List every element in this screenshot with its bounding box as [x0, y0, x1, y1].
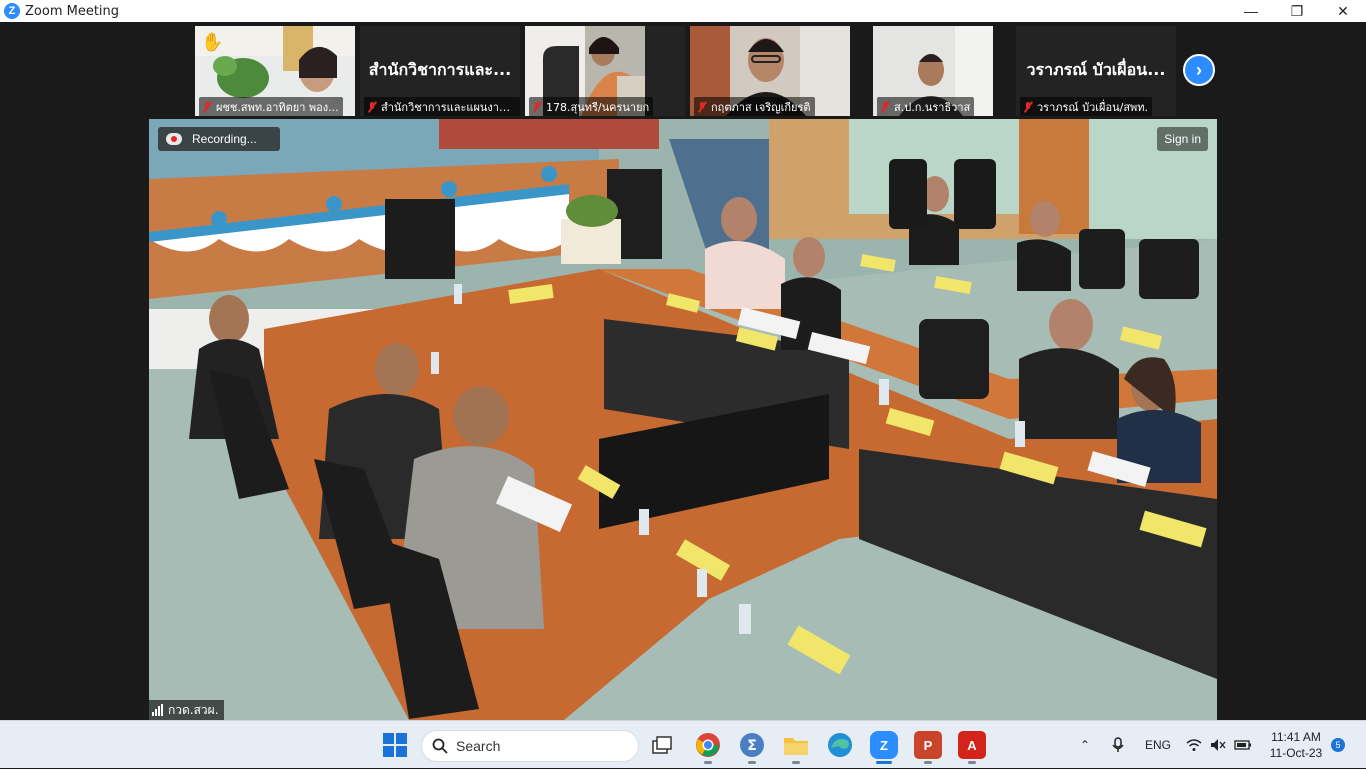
window-title: Zoom Meeting — [25, 3, 120, 19]
chevron-right-icon[interactable]: › — [1183, 54, 1215, 86]
mic-muted-icon — [879, 101, 891, 113]
active-speaker-video: Recording... Sign in กวด.สวผ. — [149, 119, 1217, 720]
participant-name: 178.สุนทรี/นครนายก — [546, 101, 650, 114]
explorer-running-indicator — [792, 761, 800, 764]
meeting-room-video — [149, 119, 1217, 720]
wifi-icon[interactable] — [1186, 721, 1202, 769]
microphone-icon[interactable] — [1112, 721, 1124, 769]
participant-big-name: สำนักวิชาการและ... — [368, 60, 512, 79]
participant-name: ผชช.สพท.อาทิตยา พอง... — [216, 101, 339, 114]
participant-big-name: วราภรณ์ บัวเผื่อน... — [1026, 60, 1166, 79]
language-indicator[interactable]: ENG — [1145, 721, 1171, 769]
participant-strip: ✋ ผชช.สพท.อาทิตยา พอง... สำนักวิชาการและ… — [195, 26, 1176, 116]
participant-tile[interactable]: ✋ ผชช.สพท.อาทิตยา พอง... — [195, 26, 355, 116]
connection-signal-icon — [152, 704, 163, 716]
zoom-app-icon[interactable]: Z — [870, 731, 898, 759]
participant-name: ส.ป.ก.นราธิวาส — [894, 101, 971, 114]
recording-indicator[interactable]: Recording... — [158, 127, 280, 151]
search-icon — [432, 738, 448, 754]
file-explorer-icon[interactable] — [782, 731, 810, 759]
maximize-button[interactable]: ❐ — [1274, 0, 1320, 22]
close-button[interactable]: ✕ — [1320, 0, 1366, 22]
recording-label: Recording... — [192, 132, 257, 146]
tray-chevron-up-icon[interactable]: ⌃ — [1080, 721, 1090, 769]
acrobat-running-indicator — [968, 761, 976, 764]
svg-text:Σ: Σ — [747, 738, 757, 754]
participant-tile[interactable]: กฤตภาส เจริญเกียรติ — [690, 26, 850, 116]
windows-start-icon[interactable] — [383, 733, 407, 757]
participant-tile[interactable]: สำนักวิชาการและ... สำนักวิชาการและแผนงาน… — [360, 26, 520, 116]
sign-in-button[interactable]: Sign in — [1157, 127, 1208, 151]
mic-muted-icon — [696, 101, 708, 113]
taskbar-search[interactable]: Search — [421, 730, 639, 762]
raised-hand-icon: ✋ — [201, 32, 224, 52]
participant-tile[interactable]: 178.สุนทรี/นครนายก — [525, 26, 685, 116]
minimize-button[interactable]: — — [1228, 0, 1274, 22]
sigma-running-indicator — [748, 761, 756, 764]
recording-cloud-icon — [166, 133, 182, 145]
notification-badge[interactable]: 5 — [1331, 738, 1345, 752]
mic-muted-icon — [201, 101, 213, 113]
chrome-icon[interactable] — [694, 731, 722, 759]
speaker-name-label: กวด.สวผ. — [149, 700, 224, 720]
sigma-icon[interactable]: Σ — [738, 731, 766, 759]
chrome-running-indicator — [704, 761, 712, 764]
mic-muted-icon — [531, 101, 543, 113]
participant-name: กฤตภาส เจริญเกียรติ — [711, 101, 811, 114]
clock-time: 11:41 AM — [1271, 730, 1321, 744]
windows-taskbar: Search Σ Z P A ⌃ ENG 11:41 AM 11-Oct-23 … — [0, 720, 1366, 768]
powerpoint-running-indicator — [924, 761, 932, 764]
zoom-logo-icon: Z — [4, 3, 20, 19]
speaker-name: กวด.สวผ. — [168, 702, 219, 717]
volume-muted-icon[interactable] — [1210, 721, 1226, 769]
mic-muted-icon — [366, 101, 378, 113]
acrobat-icon[interactable]: A — [958, 731, 986, 759]
powerpoint-icon[interactable]: P — [914, 731, 942, 759]
participant-tile[interactable]: ส.ป.ก.นราธิวาส — [873, 26, 993, 116]
task-view-icon[interactable] — [648, 731, 676, 759]
mic-muted-icon — [1022, 101, 1034, 113]
clock-date: 11-Oct-23 — [1269, 746, 1323, 760]
participant-tile[interactable]: วราภรณ์ บัวเผื่อน... วราภรณ์ บัวเผื่อน/ส… — [1016, 26, 1176, 116]
zoom-active-indicator — [876, 761, 892, 764]
taskbar-clock[interactable]: 11:41 AM 11-Oct-23 — [1264, 729, 1328, 761]
meeting-area: ✋ ผชช.สพท.อาทิตยา พอง... สำนักวิชาการและ… — [0, 22, 1366, 720]
participant-name: สำนักวิชาการและแผนงาน... — [381, 101, 516, 114]
battery-icon[interactable] — [1234, 721, 1252, 769]
edge-icon[interactable] — [826, 731, 854, 759]
title-bar: Z Zoom Meeting — ❐ ✕ — [0, 0, 1366, 22]
participant-name: วราภรณ์ บัวเผื่อน/สพท. — [1037, 101, 1149, 114]
search-placeholder: Search — [456, 738, 501, 754]
